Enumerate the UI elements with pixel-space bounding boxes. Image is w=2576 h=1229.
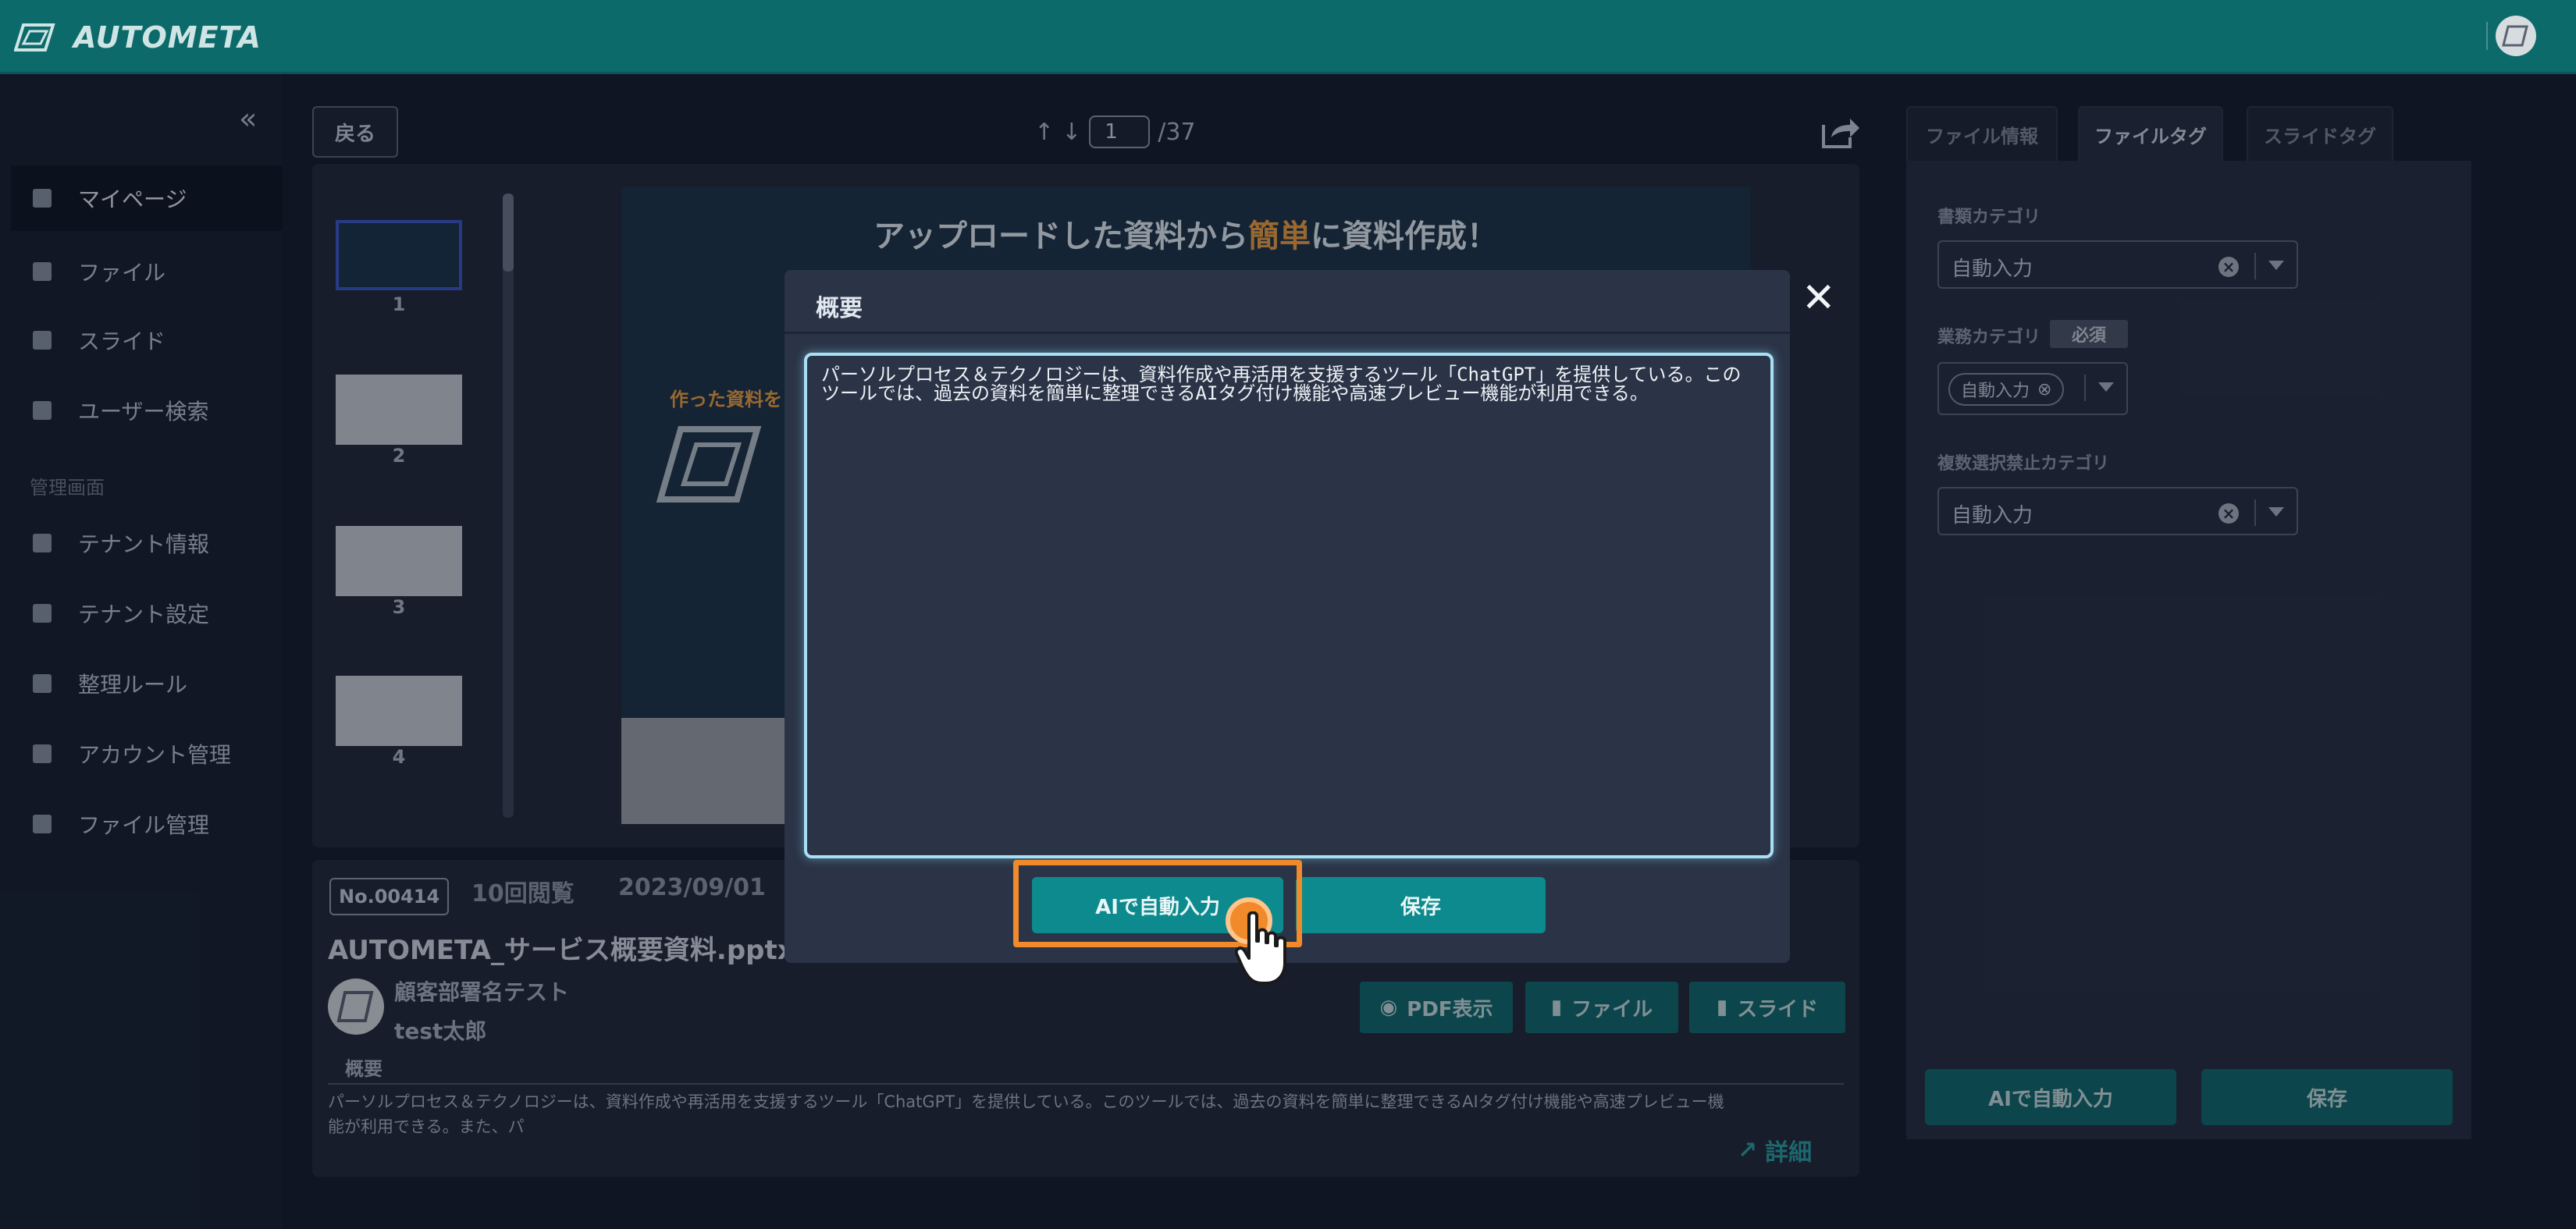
close-icon[interactable]: ✕	[1802, 275, 1836, 321]
user-avatar[interactable]	[2496, 16, 2536, 56]
avatar-logo-icon	[2497, 17, 2535, 55]
modal-title: 概要	[816, 295, 863, 322]
app-logo[interactable]: AUTOMETA	[14, 16, 262, 59]
autometa-logo-icon	[14, 23, 55, 52]
summary-textarea[interactable]: パーソルプロセス＆テクノロジーは、資料作成や再活用を支援するツール「ChatGP…	[804, 353, 1774, 858]
divider	[2486, 22, 2488, 50]
app-name: AUTOMETA	[73, 20, 262, 55]
modal-header	[785, 270, 1790, 334]
hand-cursor-icon	[1235, 911, 1286, 985]
save-button[interactable]: 保存	[1296, 877, 1546, 933]
top-bar	[0, 0, 2576, 74]
